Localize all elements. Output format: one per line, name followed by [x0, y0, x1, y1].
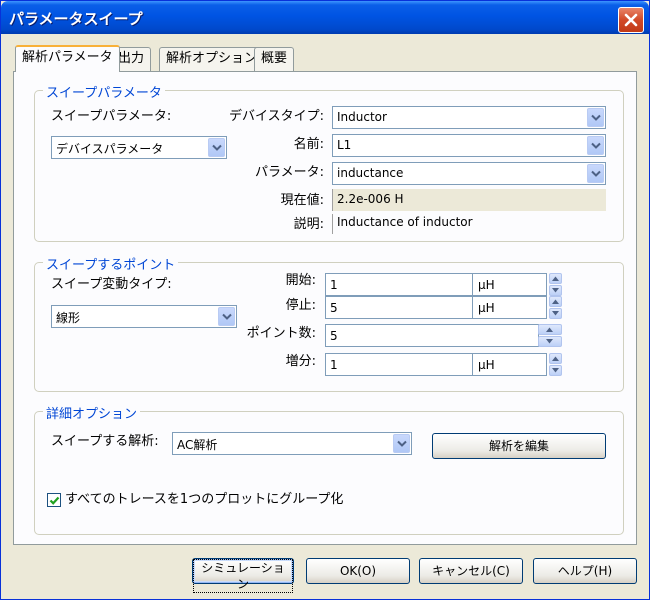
sweep-analysis-label: スイープする解析: [51, 434, 159, 449]
group-traces-checkbox[interactable] [47, 493, 61, 507]
sweep-param-value: デバイスパラメータ [56, 142, 164, 156]
arrow-up-icon [552, 276, 559, 281]
parameter-value: inductance [337, 166, 404, 180]
window-title: パラメータスイープ [9, 10, 143, 28]
start-label: 開始: [285, 273, 316, 288]
stop-value: 5 [330, 301, 338, 315]
sweep-analysis-select[interactable]: AC解析 [172, 432, 412, 455]
spin-up-button[interactable] [549, 273, 562, 284]
parameter-label: パラメータ: [255, 165, 324, 180]
name-select[interactable]: L1 [332, 134, 606, 157]
dropdown-button[interactable] [208, 138, 225, 157]
start-unit-value: μH [478, 278, 495, 292]
chevron-down-icon [591, 114, 601, 121]
tab-summary[interactable]: 概要 [254, 47, 295, 71]
vartype-value: 線形 [56, 311, 81, 325]
increment-spinner[interactable] [549, 353, 562, 376]
parameter-select[interactable]: inductance [332, 162, 606, 185]
current-value: 2.2e-006 H [337, 192, 404, 206]
arrow-down-icon [546, 339, 553, 344]
stop-input[interactable]: 5 [325, 296, 473, 319]
vartype-label: スイープ変動タイプ: [51, 277, 172, 292]
tab-analysis-params[interactable]: 解析パラメータ [15, 45, 120, 72]
chevron-down-icon [212, 144, 222, 151]
points-spinner[interactable] [538, 324, 562, 347]
chevron-down-icon [222, 313, 232, 320]
stop-unit[interactable]: μH [472, 296, 547, 319]
chevron-down-icon [591, 142, 601, 149]
sweep-param-select[interactable]: デバイスパラメータ [51, 136, 227, 159]
start-spinner[interactable] [549, 273, 562, 296]
name-value: L1 [337, 138, 352, 152]
close-button[interactable] [618, 7, 644, 33]
description-value: Inductance of inductor [337, 215, 473, 229]
dropdown-button[interactable] [218, 307, 235, 326]
chevron-down-icon [397, 440, 407, 447]
sweep-param-label: スイープパラメータ: [51, 109, 172, 124]
current-value-field: 2.2e-006 H [332, 189, 606, 211]
chevron-down-icon [591, 170, 601, 177]
arrow-down-icon [552, 288, 559, 293]
name-label: 名前: [293, 137, 324, 152]
description-field: Inductance of inductor [332, 214, 606, 234]
arrow-up-icon [552, 356, 559, 361]
sweep-points-title: スイープするポイント [43, 254, 179, 273]
spin-down-button[interactable] [538, 336, 562, 347]
start-value: 1 [330, 278, 338, 292]
increment-value: 1 [330, 358, 338, 372]
dropdown-button[interactable] [587, 164, 604, 183]
increment-unit-value: μH [478, 358, 495, 372]
sweep-analysis-value: AC解析 [177, 438, 218, 452]
points-input[interactable]: 5 [325, 324, 539, 347]
spin-down-button[interactable] [549, 308, 562, 319]
points-label: ポイント数: [246, 326, 316, 341]
close-icon [624, 13, 638, 27]
start-input[interactable]: 1 [325, 273, 473, 296]
dropdown-button[interactable] [587, 136, 604, 155]
simulate-button[interactable]: シミュレーション [192, 558, 294, 593]
dropdown-button[interactable] [393, 434, 410, 453]
stop-unit-value: μH [478, 301, 495, 315]
arrow-down-icon [552, 311, 559, 316]
sweep-params-title: スイープパラメータ [43, 82, 165, 101]
device-type-label: デバイスタイプ: [229, 109, 324, 124]
tab-panel: スイープパラメータ スイープパラメータ: デバイスパラメータ デバイスタイプ: … [13, 71, 637, 545]
increment-unit[interactable]: μH [472, 353, 547, 376]
vartype-select[interactable]: 線形 [51, 305, 237, 328]
title-bar[interactable]: パラメータスイープ [1, 1, 649, 34]
current-value-label: 現在値: [280, 193, 324, 208]
arrow-up-icon [552, 299, 559, 304]
cancel-button[interactable]: キャンセル(C) [419, 558, 523, 584]
stop-label: 停止: [285, 298, 316, 313]
help-button[interactable]: ヘルプ(H) [533, 558, 637, 584]
spin-down-button[interactable] [549, 285, 562, 296]
stop-spinner[interactable] [549, 296, 562, 319]
increment-label: 増分: [285, 354, 316, 369]
edit-analysis-button[interactable]: 解析を編集 [432, 433, 606, 459]
spin-down-button[interactable] [549, 365, 562, 376]
description-label: 説明: [293, 217, 324, 232]
device-type-select[interactable]: Inductor [332, 106, 606, 129]
spin-up-button[interactable] [549, 296, 562, 307]
simulate-button-label: シミュレーション [193, 559, 293, 593]
dialog-window: パラメータスイープ 解析パラメータ 出力 解析オプション 概要 スイープパラメー… [0, 0, 650, 600]
device-type-value: Inductor [337, 110, 387, 124]
start-unit[interactable]: μH [472, 273, 547, 296]
tab-analysis-options[interactable]: 解析オプション [159, 47, 265, 71]
checkmark-icon [49, 496, 60, 505]
dropdown-button[interactable] [587, 108, 604, 127]
group-traces-label[interactable]: すべてのトレースを1つのプロットにグループ化 [65, 492, 343, 508]
ok-button[interactable]: OK(O) [306, 558, 410, 584]
spin-up-button[interactable] [538, 324, 562, 335]
increment-input[interactable]: 1 [325, 353, 473, 376]
spin-up-button[interactable] [549, 353, 562, 364]
points-value: 5 [330, 329, 338, 343]
arrow-up-icon [546, 327, 553, 332]
arrow-down-icon [552, 368, 559, 373]
detail-options-title: 詳細オプション [43, 403, 141, 422]
detail-options-group: 詳細オプション [34, 403, 624, 535]
